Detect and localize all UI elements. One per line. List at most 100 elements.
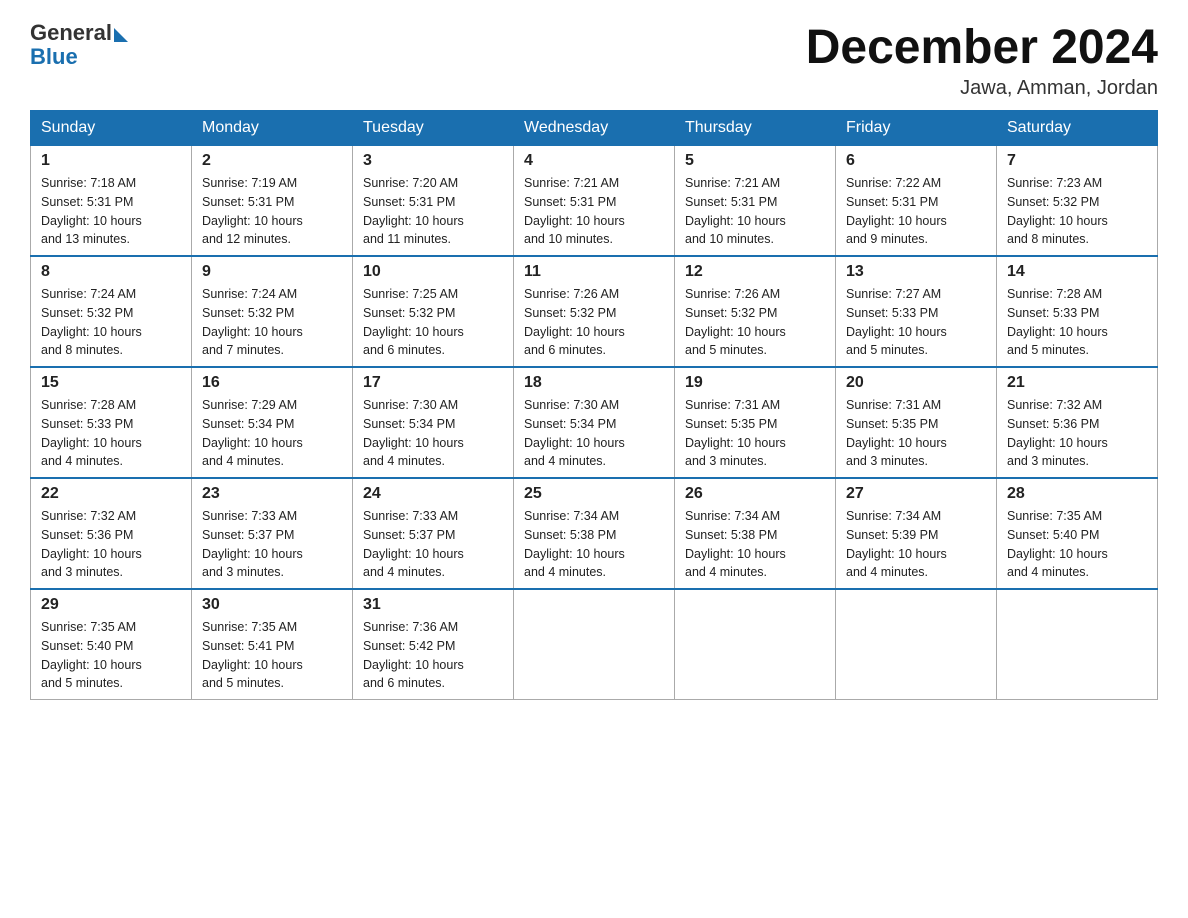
calendar-cell: 25 Sunrise: 7:34 AMSunset: 5:38 PMDaylig… bbox=[514, 478, 675, 589]
calendar-cell: 23 Sunrise: 7:33 AMSunset: 5:37 PMDaylig… bbox=[192, 478, 353, 589]
day-number: 23 bbox=[202, 485, 342, 503]
day-info: Sunrise: 7:36 AMSunset: 5:42 PMDaylight:… bbox=[363, 620, 464, 690]
calendar-cell: 22 Sunrise: 7:32 AMSunset: 5:36 PMDaylig… bbox=[31, 478, 192, 589]
calendar-cell: 18 Sunrise: 7:30 AMSunset: 5:34 PMDaylig… bbox=[514, 367, 675, 478]
calendar-cell: 5 Sunrise: 7:21 AMSunset: 5:31 PMDayligh… bbox=[675, 146, 836, 257]
day-info: Sunrise: 7:34 AMSunset: 5:38 PMDaylight:… bbox=[685, 509, 786, 579]
calendar-week-3: 15 Sunrise: 7:28 AMSunset: 5:33 PMDaylig… bbox=[31, 367, 1158, 478]
day-number: 26 bbox=[685, 485, 825, 503]
calendar-cell bbox=[514, 589, 675, 700]
header-monday: Monday bbox=[192, 111, 353, 146]
header-saturday: Saturday bbox=[997, 111, 1158, 146]
header-wednesday: Wednesday bbox=[514, 111, 675, 146]
day-info: Sunrise: 7:34 AMSunset: 5:38 PMDaylight:… bbox=[524, 509, 625, 579]
day-info: Sunrise: 7:31 AMSunset: 5:35 PMDaylight:… bbox=[846, 398, 947, 468]
day-number: 4 bbox=[524, 152, 664, 170]
day-info: Sunrise: 7:29 AMSunset: 5:34 PMDaylight:… bbox=[202, 398, 303, 468]
header-row: Sunday Monday Tuesday Wednesday Thursday… bbox=[31, 111, 1158, 146]
day-number: 17 bbox=[363, 374, 503, 392]
calendar-cell: 12 Sunrise: 7:26 AMSunset: 5:32 PMDaylig… bbox=[675, 256, 836, 367]
day-number: 12 bbox=[685, 263, 825, 281]
calendar-cell: 3 Sunrise: 7:20 AMSunset: 5:31 PMDayligh… bbox=[353, 146, 514, 257]
day-number: 11 bbox=[524, 263, 664, 281]
calendar-cell: 10 Sunrise: 7:25 AMSunset: 5:32 PMDaylig… bbox=[353, 256, 514, 367]
day-number: 19 bbox=[685, 374, 825, 392]
calendar-cell: 6 Sunrise: 7:22 AMSunset: 5:31 PMDayligh… bbox=[836, 146, 997, 257]
day-number: 29 bbox=[41, 596, 181, 614]
day-number: 14 bbox=[1007, 263, 1147, 281]
day-info: Sunrise: 7:18 AMSunset: 5:31 PMDaylight:… bbox=[41, 176, 142, 246]
calendar-cell: 7 Sunrise: 7:23 AMSunset: 5:32 PMDayligh… bbox=[997, 146, 1158, 257]
calendar-cell: 15 Sunrise: 7:28 AMSunset: 5:33 PMDaylig… bbox=[31, 367, 192, 478]
calendar-cell: 11 Sunrise: 7:26 AMSunset: 5:32 PMDaylig… bbox=[514, 256, 675, 367]
calendar-cell: 14 Sunrise: 7:28 AMSunset: 5:33 PMDaylig… bbox=[997, 256, 1158, 367]
day-info: Sunrise: 7:28 AMSunset: 5:33 PMDaylight:… bbox=[1007, 287, 1108, 357]
calendar-cell bbox=[836, 589, 997, 700]
day-number: 24 bbox=[363, 485, 503, 503]
day-number: 27 bbox=[846, 485, 986, 503]
calendar-cell bbox=[675, 589, 836, 700]
calendar-body: 1 Sunrise: 7:18 AMSunset: 5:31 PMDayligh… bbox=[31, 146, 1158, 700]
logo-arrow-icon bbox=[114, 28, 128, 42]
header-thursday: Thursday bbox=[675, 111, 836, 146]
day-number: 5 bbox=[685, 152, 825, 170]
day-info: Sunrise: 7:35 AMSunset: 5:40 PMDaylight:… bbox=[1007, 509, 1108, 579]
calendar-cell: 2 Sunrise: 7:19 AMSunset: 5:31 PMDayligh… bbox=[192, 146, 353, 257]
calendar-cell: 27 Sunrise: 7:34 AMSunset: 5:39 PMDaylig… bbox=[836, 478, 997, 589]
day-number: 6 bbox=[846, 152, 986, 170]
day-number: 9 bbox=[202, 263, 342, 281]
day-number: 31 bbox=[363, 596, 503, 614]
day-info: Sunrise: 7:21 AMSunset: 5:31 PMDaylight:… bbox=[524, 176, 625, 246]
day-info: Sunrise: 7:24 AMSunset: 5:32 PMDaylight:… bbox=[202, 287, 303, 357]
day-info: Sunrise: 7:22 AMSunset: 5:31 PMDaylight:… bbox=[846, 176, 947, 246]
day-info: Sunrise: 7:21 AMSunset: 5:31 PMDaylight:… bbox=[685, 176, 786, 246]
day-info: Sunrise: 7:35 AMSunset: 5:41 PMDaylight:… bbox=[202, 620, 303, 690]
day-info: Sunrise: 7:34 AMSunset: 5:39 PMDaylight:… bbox=[846, 509, 947, 579]
day-number: 8 bbox=[41, 263, 181, 281]
calendar-cell: 28 Sunrise: 7:35 AMSunset: 5:40 PMDaylig… bbox=[997, 478, 1158, 589]
logo: General Blue bbox=[30, 20, 128, 70]
calendar-cell: 30 Sunrise: 7:35 AMSunset: 5:41 PMDaylig… bbox=[192, 589, 353, 700]
title-section: December 2024 Jawa, Amman, Jordan bbox=[806, 20, 1158, 100]
day-info: Sunrise: 7:31 AMSunset: 5:35 PMDaylight:… bbox=[685, 398, 786, 468]
calendar-cell: 24 Sunrise: 7:33 AMSunset: 5:37 PMDaylig… bbox=[353, 478, 514, 589]
day-info: Sunrise: 7:24 AMSunset: 5:32 PMDaylight:… bbox=[41, 287, 142, 357]
logo-general-text: General bbox=[30, 20, 112, 46]
day-number: 28 bbox=[1007, 485, 1147, 503]
page-header: General Blue December 2024 Jawa, Amman, … bbox=[30, 20, 1158, 100]
day-number: 3 bbox=[363, 152, 503, 170]
calendar-cell: 20 Sunrise: 7:31 AMSunset: 5:35 PMDaylig… bbox=[836, 367, 997, 478]
day-info: Sunrise: 7:30 AMSunset: 5:34 PMDaylight:… bbox=[524, 398, 625, 468]
day-info: Sunrise: 7:27 AMSunset: 5:33 PMDaylight:… bbox=[846, 287, 947, 357]
day-info: Sunrise: 7:33 AMSunset: 5:37 PMDaylight:… bbox=[202, 509, 303, 579]
day-info: Sunrise: 7:32 AMSunset: 5:36 PMDaylight:… bbox=[1007, 398, 1108, 468]
calendar-cell bbox=[997, 589, 1158, 700]
day-info: Sunrise: 7:28 AMSunset: 5:33 PMDaylight:… bbox=[41, 398, 142, 468]
calendar-cell: 13 Sunrise: 7:27 AMSunset: 5:33 PMDaylig… bbox=[836, 256, 997, 367]
header-friday: Friday bbox=[836, 111, 997, 146]
day-number: 2 bbox=[202, 152, 342, 170]
location: Jawa, Amman, Jordan bbox=[806, 77, 1158, 100]
day-info: Sunrise: 7:26 AMSunset: 5:32 PMDaylight:… bbox=[685, 287, 786, 357]
calendar-cell: 9 Sunrise: 7:24 AMSunset: 5:32 PMDayligh… bbox=[192, 256, 353, 367]
calendar-cell: 16 Sunrise: 7:29 AMSunset: 5:34 PMDaylig… bbox=[192, 367, 353, 478]
calendar-week-4: 22 Sunrise: 7:32 AMSunset: 5:36 PMDaylig… bbox=[31, 478, 1158, 589]
calendar-cell: 21 Sunrise: 7:32 AMSunset: 5:36 PMDaylig… bbox=[997, 367, 1158, 478]
day-number: 22 bbox=[41, 485, 181, 503]
day-number: 20 bbox=[846, 374, 986, 392]
calendar-cell: 26 Sunrise: 7:34 AMSunset: 5:38 PMDaylig… bbox=[675, 478, 836, 589]
day-info: Sunrise: 7:33 AMSunset: 5:37 PMDaylight:… bbox=[363, 509, 464, 579]
day-number: 1 bbox=[41, 152, 181, 170]
day-number: 18 bbox=[524, 374, 664, 392]
logo-blue-text: Blue bbox=[30, 44, 78, 70]
header-tuesday: Tuesday bbox=[353, 111, 514, 146]
month-title: December 2024 bbox=[806, 20, 1158, 75]
day-number: 16 bbox=[202, 374, 342, 392]
day-info: Sunrise: 7:32 AMSunset: 5:36 PMDaylight:… bbox=[41, 509, 142, 579]
calendar-week-2: 8 Sunrise: 7:24 AMSunset: 5:32 PMDayligh… bbox=[31, 256, 1158, 367]
calendar-cell: 29 Sunrise: 7:35 AMSunset: 5:40 PMDaylig… bbox=[31, 589, 192, 700]
day-number: 10 bbox=[363, 263, 503, 281]
day-info: Sunrise: 7:23 AMSunset: 5:32 PMDaylight:… bbox=[1007, 176, 1108, 246]
calendar-cell: 1 Sunrise: 7:18 AMSunset: 5:31 PMDayligh… bbox=[31, 146, 192, 257]
calendar-cell: 8 Sunrise: 7:24 AMSunset: 5:32 PMDayligh… bbox=[31, 256, 192, 367]
